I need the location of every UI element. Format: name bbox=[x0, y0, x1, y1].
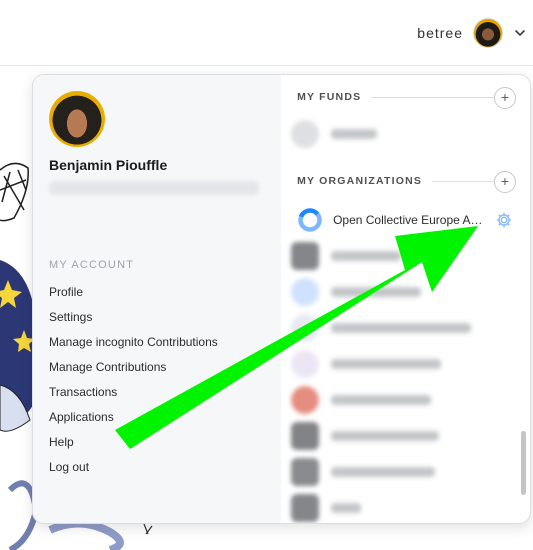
organization-item-blurred[interactable] bbox=[291, 493, 362, 523]
my-organizations-title: MY ORGANIZATIONS bbox=[297, 175, 423, 187]
add-organization-button[interactable]: + bbox=[494, 171, 516, 193]
organization-item-blurred[interactable] bbox=[291, 277, 422, 307]
applications-link[interactable]: Applications bbox=[49, 410, 218, 435]
profile-avatar bbox=[49, 91, 105, 147]
my-funds-title: MY FUNDS bbox=[297, 91, 362, 103]
organization-item-blurred[interactable] bbox=[291, 421, 440, 451]
collectives-pane: MY FUNDS + MY ORGANIZATIONS + Open Colle… bbox=[281, 75, 530, 523]
help-link[interactable]: Help bbox=[49, 435, 218, 460]
organization-name-blurred bbox=[331, 395, 432, 405]
scrollbar[interactable] bbox=[521, 431, 526, 495]
fund-name-blurred bbox=[331, 129, 378, 139]
my-funds-header: MY FUNDS bbox=[297, 91, 502, 103]
transactions-link[interactable]: Transactions bbox=[49, 385, 218, 410]
fund-item-blurred[interactable] bbox=[291, 119, 378, 149]
organization-name: Open Collective Europe ASBL bbox=[333, 213, 484, 227]
organization-name-blurred bbox=[331, 503, 362, 513]
organization-item-blurred[interactable] bbox=[291, 313, 472, 343]
organization-name-blurred bbox=[331, 287, 422, 297]
organization-item-blurred[interactable] bbox=[291, 241, 402, 271]
organization-name-blurred bbox=[331, 359, 442, 369]
organization-name-blurred bbox=[331, 431, 440, 441]
organization-avatar bbox=[291, 494, 320, 522]
chevron-down-icon[interactable] bbox=[513, 26, 527, 40]
open-collective-logo-icon bbox=[298, 208, 322, 232]
background-illustration-bottom bbox=[48, 520, 153, 550]
organization-avatar bbox=[291, 278, 320, 306]
organization-avatar bbox=[291, 350, 320, 378]
organization-name-blurred bbox=[331, 251, 402, 261]
my-organizations-header: MY ORGANIZATIONS bbox=[297, 175, 502, 187]
organization-name-blurred bbox=[331, 323, 472, 333]
profile-dropdown-menu: Benjamin Piouffle MY ACCOUNT Profile Set… bbox=[32, 74, 531, 524]
organization-avatar bbox=[291, 458, 320, 486]
my-account-links: Profile Settings Manage incognito Contri… bbox=[49, 285, 218, 485]
manage-contributions-link[interactable]: Manage Contributions bbox=[49, 360, 218, 385]
fund-avatar bbox=[291, 120, 320, 148]
divider bbox=[371, 96, 497, 98]
organization-item-blurred[interactable] bbox=[291, 349, 442, 379]
my-account-title: MY ACCOUNT bbox=[49, 259, 135, 271]
profile-name: Benjamin Piouffle bbox=[49, 157, 168, 173]
manage-incognito-contributions-link[interactable]: Manage incognito Contributions bbox=[49, 335, 218, 360]
top-navigation-bar: betree bbox=[0, 0, 533, 66]
divider bbox=[432, 180, 497, 182]
organization-avatar bbox=[291, 422, 320, 450]
organization-name-blurred bbox=[331, 467, 436, 477]
username: betree bbox=[417, 25, 463, 41]
settings-link[interactable]: Settings bbox=[49, 310, 218, 335]
organization-item-blurred[interactable] bbox=[291, 457, 436, 487]
organization-avatar bbox=[291, 386, 320, 414]
organization-avatar bbox=[291, 314, 320, 342]
profile-link[interactable]: Profile bbox=[49, 285, 218, 310]
avatar-icon[interactable] bbox=[473, 18, 503, 48]
add-fund-button[interactable]: + bbox=[494, 87, 516, 109]
organization-item[interactable]: Open Collective Europe ASBL bbox=[297, 207, 517, 233]
account-pane: Benjamin Piouffle MY ACCOUNT Profile Set… bbox=[33, 75, 282, 523]
gear-icon[interactable] bbox=[495, 211, 513, 229]
organization-item-blurred[interactable] bbox=[291, 385, 432, 415]
profile-email-blurred bbox=[49, 181, 259, 195]
user-menu-toggle[interactable]: betree bbox=[417, 16, 527, 50]
log-out-link[interactable]: Log out bbox=[49, 460, 218, 485]
organization-avatar bbox=[291, 242, 320, 270]
